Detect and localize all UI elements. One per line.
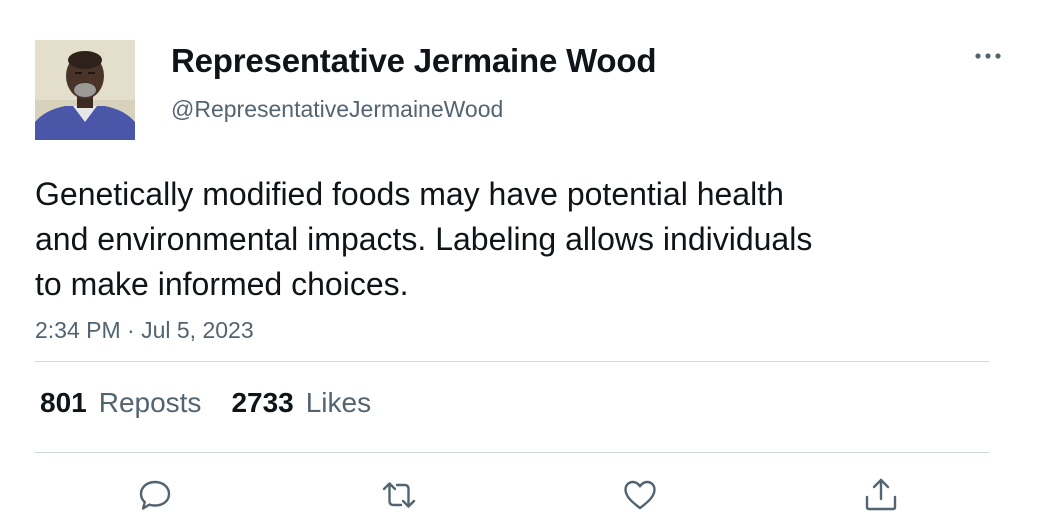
tweet-timestamp[interactable]: 2:34 PM · Jul 5, 2023 [35, 317, 254, 344]
likes-label: Likes [305, 387, 372, 418]
reposts-count: 801 [40, 387, 87, 418]
author-handle[interactable]: @RepresentativeJermaineWood [171, 96, 503, 123]
divider [35, 452, 989, 453]
reply-icon[interactable] [136, 476, 174, 514]
avatar[interactable] [35, 40, 135, 140]
share-icon[interactable] [862, 476, 900, 514]
likes-stat[interactable]: 2733 Likes [231, 387, 371, 419]
reposts-stat[interactable]: 801 Reposts [40, 387, 201, 419]
divider [35, 361, 989, 362]
reposts-label: Reposts [98, 387, 202, 418]
engagement-stats: 801 Reposts 2733 Likes [40, 387, 371, 419]
more-horizontal-icon[interactable] [972, 44, 1004, 68]
tweet-card: Representative Jermaine Wood @Representa… [0, 0, 1050, 525]
likes-count: 2733 [231, 387, 294, 418]
repost-icon[interactable] [380, 476, 418, 514]
heart-icon[interactable] [621, 476, 659, 514]
tweet-text: Genetically modified foods may have pote… [35, 176, 813, 302]
author-display-name[interactable]: Representative Jermaine Wood [171, 42, 656, 80]
